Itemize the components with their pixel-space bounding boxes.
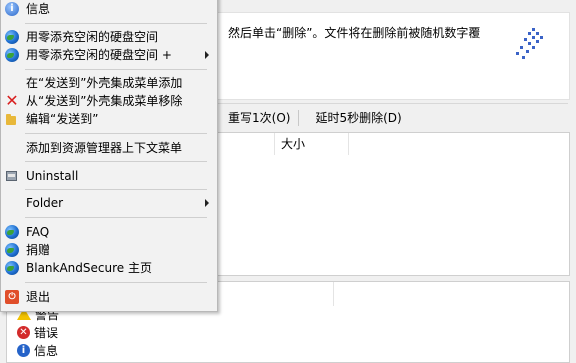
info-icon: i <box>17 343 30 357</box>
menu-item-add-sendto[interactable]: 在“发送到”外壳集成菜单添加 <box>1 73 217 93</box>
menu-separator <box>25 23 207 24</box>
column-header-blank[interactable] <box>213 133 275 155</box>
menu-item-label: Uninstall <box>26 169 79 183</box>
menu-item-edit-sendto[interactable]: 编辑“发送到” <box>1 109 217 129</box>
menu-separator <box>25 217 207 218</box>
x-icon: ✕ <box>5 91 19 110</box>
submenu-arrow-icon <box>205 51 209 59</box>
menu-item-label: 退出 <box>26 290 51 304</box>
info-icon: i <box>5 2 19 16</box>
menu-item-info[interactable]: i 信息 <box>1 0 217 19</box>
menu-item-label: Folder <box>26 196 64 210</box>
menu-item-label: 在“发送到”外壳集成菜单添加 <box>26 76 183 90</box>
menu-item-label: 编辑“发送到” <box>26 112 99 126</box>
menu-item-label: FAQ <box>26 225 50 239</box>
globe-icon <box>5 30 19 44</box>
menu-item-label: 从“发送到”外壳集成菜单移除 <box>26 94 183 108</box>
folder-icon <box>5 112 19 126</box>
menu-item-folder[interactable]: Folder <box>1 193 217 213</box>
menu-item-donate[interactable]: 捐赠 <box>1 240 217 260</box>
menu-item-remove-sendto[interactable]: ✕ 从“发送到”外壳集成菜单移除 <box>1 91 217 111</box>
menu-separator <box>25 189 207 190</box>
column-header-size[interactable]: 大小 <box>275 133 349 155</box>
delay-delete-option[interactable]: 延时5秒删除(D) <box>299 110 409 126</box>
log-entry-label: 错误 <box>34 325 59 340</box>
menu-separator <box>25 282 207 283</box>
menu-item-homepage[interactable]: BlankAndSecure 主页 <box>1 258 217 278</box>
menu-item-label: 信息 <box>26 2 51 16</box>
overwrite-once-option[interactable]: 重写1次(O) <box>212 110 300 126</box>
log-entry[interactable]: ✕ 错误 <box>17 323 58 341</box>
file-list[interactable]: 大小 <box>212 132 570 276</box>
context-menu: i 信息 用零添充空闲的硬盘空间 用零添充空闲的硬盘空间 + 在“发送到”外壳集… <box>0 0 218 312</box>
menu-item-exit[interactable]: ⏻ 退出 <box>1 287 217 307</box>
exit-icon: ⏻ <box>5 290 19 304</box>
error-icon: ✕ <box>17 325 30 339</box>
menu-item-fill-free-space[interactable]: 用零添充空闲的硬盘空间 <box>1 27 217 47</box>
globe-icon <box>5 261 19 275</box>
submenu-arrow-icon <box>205 199 209 207</box>
menu-item-label: 用零添充空闲的硬盘空间 + <box>26 48 172 62</box>
option-row: 重写1次(O) 延时5秒删除(D) <box>212 108 410 128</box>
log-column-separator <box>333 282 334 306</box>
menu-item-label: 用零添充空闲的硬盘空间 <box>26 30 159 44</box>
uninstall-icon <box>5 169 19 183</box>
menu-item-uninstall[interactable]: Uninstall <box>1 166 217 186</box>
log-entry[interactable]: i 信息 <box>17 341 58 359</box>
menu-separator <box>25 69 207 70</box>
menu-item-label: BlankAndSecure 主页 <box>26 261 152 275</box>
menu-separator <box>25 133 207 134</box>
info-text: 然后单击“删除”。文件将在删除前被随机数字覆 <box>228 26 481 40</box>
globe-icon <box>5 225 19 239</box>
app-logo-icon <box>516 28 543 59</box>
menu-separator <box>25 161 207 162</box>
menu-item-add-explorer-context[interactable]: 添加到资源管理器上下文菜单 <box>1 138 217 158</box>
globe-icon <box>5 243 19 257</box>
globe-icon <box>5 48 19 62</box>
menu-item-faq[interactable]: FAQ <box>1 222 217 242</box>
menu-item-label: 捐赠 <box>26 243 51 257</box>
menu-item-fill-free-space-plus[interactable]: 用零添充空闲的硬盘空间 + <box>1 45 217 65</box>
menu-item-label: 添加到资源管理器上下文菜单 <box>26 141 183 155</box>
divider <box>212 103 568 104</box>
